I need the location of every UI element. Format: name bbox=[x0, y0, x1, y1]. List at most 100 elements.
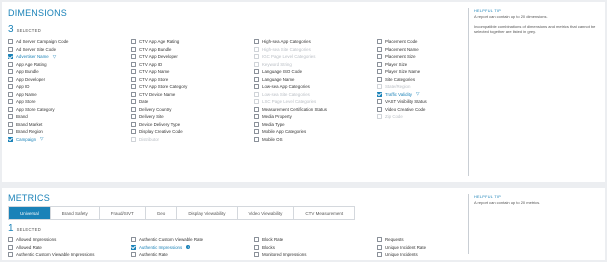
checkbox-empty-icon[interactable] bbox=[8, 244, 13, 250]
tab-display-viewability[interactable]: Display Viewability bbox=[177, 207, 238, 219]
checkbox-ctv-app-bundle[interactable]: CTV App Bundle bbox=[131, 46, 254, 54]
info-icon[interactable]: i bbox=[186, 245, 191, 250]
checkbox-empty-icon[interactable] bbox=[131, 84, 136, 90]
checkbox-campaign[interactable]: Campaign ▽ bbox=[8, 136, 131, 144]
checkbox-empty-icon[interactable] bbox=[254, 76, 259, 82]
checkbox-empty-icon[interactable] bbox=[131, 129, 136, 135]
checkbox-empty-icon[interactable] bbox=[8, 39, 13, 45]
checkbox-mobile-app-categories[interactable]: Mobile App Categories bbox=[254, 128, 377, 136]
checkbox-vast-visibility-status[interactable]: VAST Visibility Status bbox=[377, 98, 482, 106]
checkbox-allowed-impressions[interactable]: Allowed Impressions bbox=[8, 236, 131, 244]
tab-video-viewability[interactable]: Video Viewability bbox=[237, 207, 295, 219]
checkbox-empty-icon[interactable] bbox=[131, 54, 136, 60]
checkbox-mobile-os[interactable]: Mobile OS bbox=[254, 136, 377, 144]
checkbox-empty-icon[interactable] bbox=[8, 84, 13, 90]
checkbox-empty-icon[interactable] bbox=[254, 114, 259, 120]
checkbox-authentic-rate[interactable]: Authentic Rate bbox=[131, 251, 254, 259]
checkbox-empty-icon[interactable] bbox=[377, 76, 382, 82]
checkbox-empty-icon[interactable] bbox=[377, 46, 382, 52]
checkbox-media-property[interactable]: Media Property bbox=[254, 113, 377, 121]
checkbox-ctv-app-developer[interactable]: CTV App Developer bbox=[131, 53, 254, 61]
checkbox-empty-icon[interactable] bbox=[131, 121, 136, 127]
checkbox-allowed-rate[interactable]: Allowed Rate bbox=[8, 244, 131, 252]
checkbox-empty-icon[interactable] bbox=[377, 39, 382, 45]
checkbox-app-bundle[interactable]: App Bundle bbox=[8, 68, 131, 76]
checkbox-empty-icon[interactable] bbox=[254, 69, 259, 75]
tab-ctv-measurement[interactable]: CTV Measurement bbox=[294, 207, 355, 219]
checkbox-empty-icon[interactable] bbox=[377, 99, 382, 105]
checkbox-empty-icon[interactable] bbox=[254, 121, 259, 127]
checkbox-empty-icon[interactable] bbox=[254, 252, 259, 258]
checkbox-empty-icon[interactable] bbox=[254, 39, 259, 45]
checkbox-empty-icon[interactable] bbox=[8, 46, 13, 52]
checkbox-empty-icon[interactable] bbox=[254, 106, 259, 112]
checkbox-blocks[interactable]: Blocks bbox=[254, 244, 377, 252]
checkbox-delivery-country[interactable]: Delivery Country bbox=[131, 106, 254, 114]
checkbox-empty-icon[interactable] bbox=[131, 46, 136, 52]
checkbox-unique-incidents[interactable]: Unique Incidents bbox=[377, 251, 482, 259]
checkbox-ctv-app-store-category[interactable]: CTV App Store Category bbox=[131, 83, 254, 91]
checkbox-language-iso-code[interactable]: Language ISO Code bbox=[254, 68, 377, 76]
checkbox-empty-icon[interactable] bbox=[377, 252, 382, 258]
checkbox-empty-icon[interactable] bbox=[8, 129, 13, 135]
checkbox-empty-icon[interactable] bbox=[8, 252, 13, 258]
checkbox-delivery-site[interactable]: Delivery Site bbox=[131, 113, 254, 121]
checkbox-empty-icon[interactable] bbox=[8, 114, 13, 120]
checkbox-checked-icon[interactable] bbox=[8, 54, 13, 60]
checkbox-empty-icon[interactable] bbox=[131, 69, 136, 75]
checkbox-ctv-app-id[interactable]: CTV App ID bbox=[131, 61, 254, 69]
checkbox-empty-icon[interactable] bbox=[131, 114, 136, 120]
checkbox-measurement-certification-status[interactable]: Measurement Certification Status bbox=[254, 106, 377, 114]
checkbox-player-size[interactable]: Player Size bbox=[377, 61, 482, 69]
checkbox-empty-icon[interactable] bbox=[131, 76, 136, 82]
checkbox-authentic-custom-viewable-impressions[interactable]: Authentic Custom Viewable Impressions bbox=[8, 251, 131, 259]
filter-icon[interactable]: ▽ bbox=[53, 54, 57, 60]
tab-brand-safety[interactable]: Brand Safety bbox=[50, 207, 100, 219]
checkbox-empty-icon[interactable] bbox=[8, 76, 13, 82]
checkbox-app-id[interactable]: App ID bbox=[8, 83, 131, 91]
checkbox-app-developer[interactable]: App Developer bbox=[8, 76, 131, 84]
checkbox-empty-icon[interactable] bbox=[377, 244, 382, 250]
checkbox-empty-icon[interactable] bbox=[8, 61, 13, 67]
checkbox-empty-icon[interactable] bbox=[131, 106, 136, 112]
checkbox-empty-icon[interactable] bbox=[254, 129, 259, 135]
checkbox-date[interactable]: Date bbox=[131, 98, 254, 106]
checkbox-app-name[interactable]: App Name bbox=[8, 91, 131, 99]
checkbox-ctv-app-name[interactable]: CTV App Name bbox=[131, 68, 254, 76]
filter-icon[interactable]: ▽ bbox=[416, 91, 420, 97]
checkbox-app-age-rating[interactable]: App Age Rating bbox=[8, 61, 131, 69]
checkbox-empty-icon[interactable] bbox=[131, 61, 136, 67]
checkbox-empty-icon[interactable] bbox=[131, 252, 136, 258]
checkbox-ctv-app-age-rating[interactable]: CTV App Age Rating bbox=[131, 38, 254, 46]
checkbox-empty-icon[interactable] bbox=[254, 237, 259, 243]
checkbox-empty-icon[interactable] bbox=[131, 237, 136, 243]
checkbox-brand-market[interactable]: Brand Market bbox=[8, 121, 131, 129]
checkbox-empty-icon[interactable] bbox=[377, 237, 382, 243]
checkbox-traffic-validity[interactable]: Traffic Validity ▽ bbox=[377, 91, 482, 99]
checkbox-empty-icon[interactable] bbox=[8, 237, 13, 243]
checkbox-empty-icon[interactable] bbox=[131, 39, 136, 45]
checkbox-authentic-custom-viewable-rate[interactable]: Authentic Custom Viewable Rate bbox=[131, 236, 254, 244]
checkbox-ctv-device-name[interactable]: CTV Device Name bbox=[131, 91, 254, 99]
checkbox-brand-region[interactable]: Brand Region bbox=[8, 128, 131, 136]
checkbox-video-creative-code[interactable]: Video Creative Code bbox=[377, 106, 482, 114]
checkbox-display-creative-code[interactable]: Display Creative Code bbox=[131, 128, 254, 136]
checkbox-checked-icon[interactable] bbox=[377, 91, 382, 97]
checkbox-empty-icon[interactable] bbox=[377, 106, 382, 112]
checkbox-unique-incident-rate[interactable]: Unique Incident Rate bbox=[377, 244, 482, 252]
checkbox-empty-icon[interactable] bbox=[8, 121, 13, 127]
checkbox-empty-icon[interactable] bbox=[131, 99, 136, 105]
checkbox-checked-icon[interactable] bbox=[8, 136, 13, 142]
checkbox-authentic-impressions[interactable]: Authentic Impressions i bbox=[131, 244, 254, 252]
tab-geo[interactable]: Geo bbox=[145, 207, 178, 219]
checkbox-site-categories[interactable]: Site Categories bbox=[377, 76, 482, 84]
checkbox-empty-icon[interactable] bbox=[131, 91, 136, 97]
checkbox-advertiser-name[interactable]: Advertiser Name ▽ bbox=[8, 53, 131, 61]
tab-universal[interactable]: Universal bbox=[9, 207, 51, 219]
checkbox-empty-icon[interactable] bbox=[8, 69, 13, 75]
checkbox-ad-server-campaign-code[interactable]: Ad Server Campaign Code bbox=[8, 38, 131, 46]
checkbox-empty-icon[interactable] bbox=[377, 61, 382, 67]
checkbox-empty-icon[interactable] bbox=[8, 99, 13, 105]
checkbox-app-store[interactable]: App Store bbox=[8, 98, 131, 106]
checkbox-brand[interactable]: Brand bbox=[8, 113, 131, 121]
